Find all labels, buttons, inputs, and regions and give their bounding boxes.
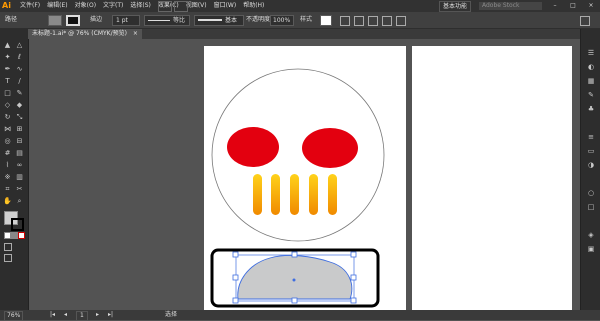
brushes-panel-icon[interactable]: ✎: [586, 91, 596, 100]
current-tool-label: 选择: [165, 311, 178, 318]
handle-bottom-left[interactable]: [232, 297, 239, 304]
layers-panel-icon[interactable]: ◈: [586, 231, 596, 240]
handle-bottom-right[interactable]: [350, 297, 357, 304]
right-eye[interactable]: [302, 128, 358, 168]
tooth-3[interactable]: [290, 174, 299, 215]
graphic-styles-panel-icon[interactable]: □: [586, 203, 596, 212]
center-point: [292, 278, 296, 282]
swatches-panel-icon[interactable]: ▦: [586, 77, 596, 86]
panel-dock: ☰ ◐ ▦ ✎ ♣ ≡ ▭ ◑ ○ □ ◈ ▣: [580, 29, 600, 310]
prev-artboard-icon[interactable]: ◂: [64, 310, 67, 320]
stroke-panel-icon[interactable]: ≡: [586, 133, 596, 142]
handle-bottom-center[interactable]: [291, 297, 298, 304]
last-artboard-icon[interactable]: ▸|: [108, 310, 113, 320]
symbols-panel-icon[interactable]: ♣: [586, 105, 596, 114]
left-eye[interactable]: [227, 127, 279, 167]
artboards-panel-icon[interactable]: ▣: [586, 245, 596, 254]
gradient-panel-icon[interactable]: ▭: [586, 147, 596, 156]
next-artboard-icon[interactable]: ▸: [96, 310, 99, 320]
tooth-1[interactable]: [253, 174, 262, 215]
tooth-4[interactable]: [309, 174, 318, 215]
artwork-canvas: [210, 68, 385, 308]
handle-top-right[interactable]: [350, 251, 357, 258]
properties-panel-icon[interactable]: ☰: [586, 49, 596, 58]
handle-top-left[interactable]: [232, 251, 239, 258]
jaw-shape[interactable]: [237, 255, 353, 300]
handle-middle-right[interactable]: [350, 274, 357, 281]
transparency-panel-icon[interactable]: ◑: [586, 161, 596, 170]
status-bar: 76% |◂ ◂ 1 ▸ ▸| 选择: [0, 310, 600, 321]
color-panel-icon[interactable]: ◐: [586, 63, 596, 72]
appearance-panel-icon[interactable]: ○: [586, 189, 596, 198]
first-artboard-icon[interactable]: |◂: [50, 310, 55, 320]
handle-middle-left[interactable]: [232, 274, 239, 281]
tooth-2[interactable]: [271, 174, 280, 215]
handle-top-center[interactable]: [291, 251, 298, 258]
tooth-5[interactable]: [328, 174, 337, 215]
